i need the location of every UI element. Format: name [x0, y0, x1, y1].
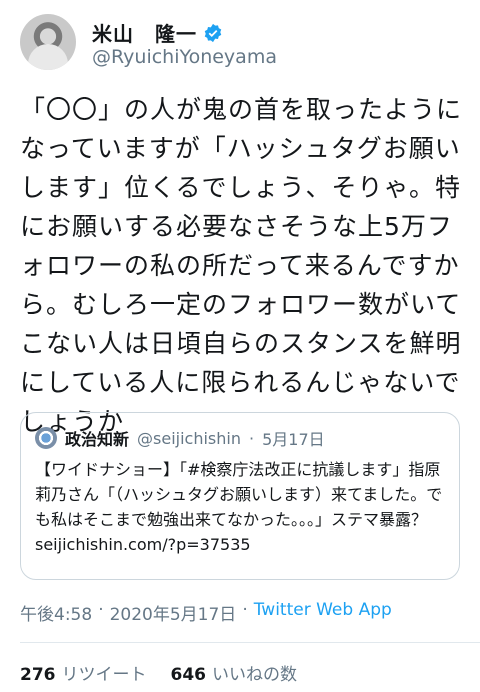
- quoted-avatar: [35, 427, 57, 449]
- display-name[interactable]: 米山 隆一: [92, 18, 197, 47]
- tweet-text: 「〇〇」の人が鬼の首を取ったようになっていますが「ハッシュタグお願いします」位く…: [20, 95, 463, 436]
- source-link[interactable]: Twitter Web App: [254, 600, 392, 625]
- quoted-tweet-header: 政治知新 @seijichishin · 5月17日: [35, 425, 445, 451]
- tweet-header: 米山 隆一 @RyuichiYoneyama: [20, 14, 460, 74]
- separator-dot: ·: [248, 428, 255, 448]
- avatar[interactable]: [20, 14, 76, 70]
- tweet-stats: 276 リツイート 646 いいねの数: [20, 660, 315, 685]
- quoted-tweet[interactable]: 政治知新 @seijichishin · 5月17日 【ワイドナショー】「#検察…: [20, 412, 460, 580]
- like-label[interactable]: いいねの数: [212, 660, 297, 685]
- name-row: 米山 隆一: [92, 18, 223, 47]
- retweet-count[interactable]: 276: [20, 665, 56, 685]
- verified-badge-icon: [204, 23, 222, 42]
- divider: [20, 642, 480, 643]
- tweet-meta: 午後4:58 · 2020年5月17日 · Twitter Web App: [20, 600, 392, 625]
- handle[interactable]: @RyuichiYoneyama: [92, 46, 277, 68]
- tweet-time: 午後4:58: [20, 605, 93, 625]
- separator-dot: ·: [98, 600, 104, 620]
- retweet-label[interactable]: リツイート: [62, 660, 147, 685]
- quoted-date: 5月17日: [262, 430, 325, 449]
- like-count[interactable]: 646: [171, 665, 207, 685]
- quoted-text: 【ワイドナショー】「#検察庁法改正に抗議します」指原莉乃さん「（ハッシュタグお願…: [35, 460, 443, 554]
- tweet-date: 2020年5月17日: [109, 605, 237, 625]
- quoted-display-name: 政治知新: [65, 430, 130, 449]
- quoted-handle: @seijichishin: [137, 428, 241, 448]
- separator-dot: ·: [242, 600, 248, 620]
